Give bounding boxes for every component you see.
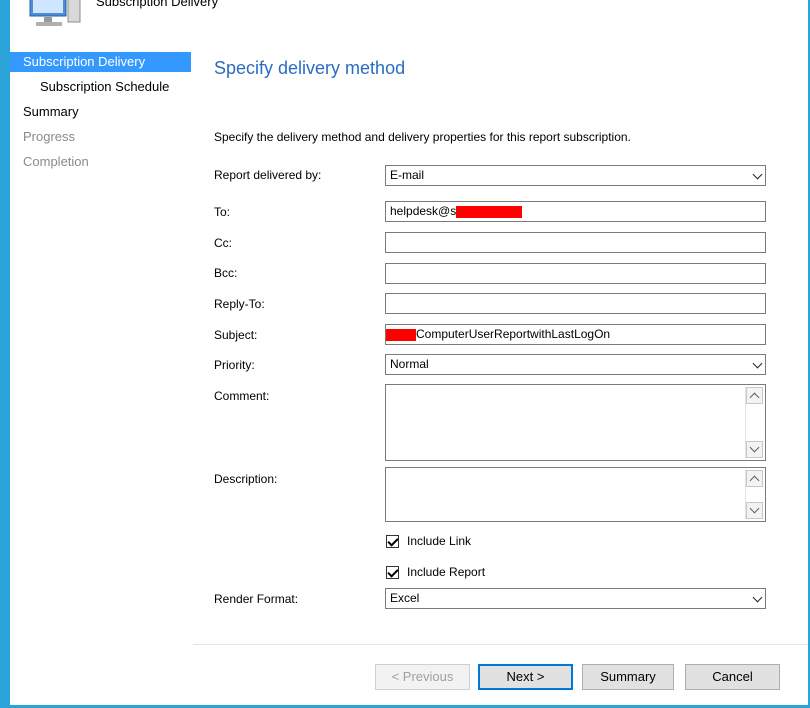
nav-item-label: Summary [23,104,79,119]
nav-item-subscription-schedule[interactable]: Subscription Schedule [10,77,191,97]
description-textarea[interactable] [385,467,766,522]
description-scrollbar[interactable] [745,470,763,519]
wizard-window: Subscription Delivery Subscription Deliv… [10,0,808,705]
reply-to-field[interactable] [385,293,766,314]
checkmark-icon[interactable] [386,535,399,548]
delivered-by-value: E-mail [390,168,425,182]
checkmark-icon[interactable] [386,566,399,579]
subject-label: Subject: [214,328,258,342]
priority-label: Priority: [214,358,255,372]
bcc-field[interactable] [385,263,766,284]
nav-item-label: Completion [23,154,89,169]
wizard-nav: Subscription Delivery Subscription Sched… [10,38,193,705]
comment-textarea[interactable] [385,384,766,461]
nav-item-summary[interactable]: Summary [10,102,191,122]
wizard-header: Subscription Delivery [10,0,808,38]
to-value: helpdesk@s [390,204,457,218]
footer-divider [193,644,808,645]
include-report-label: Include Report [407,565,486,579]
redaction-mark [386,328,416,341]
to-field[interactable]: helpdesk@s [385,201,766,222]
page-intro: Specify the delivery method and delivery… [214,130,631,144]
summary-button[interactable]: Summary [582,664,674,690]
cancel-button[interactable]: Cancel [685,664,780,690]
priority-select[interactable]: Normal [385,354,766,375]
include-link-label: Include Link [407,534,472,548]
delivered-by-label: Report delivered by: [214,168,322,182]
next-button[interactable]: Next > [478,664,573,690]
scroll-up-icon[interactable] [746,387,763,404]
render-format-label: Render Format: [214,592,299,606]
computer-icon [29,0,81,26]
redaction-mark [456,205,523,218]
nav-item-subscription-delivery[interactable]: Subscription Delivery [10,52,191,72]
scroll-down-icon[interactable] [746,441,763,458]
subject-value: ComputerUserReportwithLastLogOn [416,327,611,341]
nav-item-completion: Completion [10,152,191,172]
main-panel: Specify delivery method Specify the deli… [193,38,808,705]
chevron-down-icon [752,592,763,603]
chevron-down-icon [752,358,763,369]
cc-field[interactable] [385,232,766,253]
description-label: Description: [214,472,278,486]
reply-to-label: Reply-To: [214,297,265,311]
nav-item-label: Subscription Schedule [40,79,170,94]
render-format-value: Excel [390,591,420,605]
priority-value: Normal [390,357,429,371]
previous-button[interactable]: < Previous [375,664,470,690]
nav-item-label: Subscription Delivery [23,54,146,69]
chevron-down-icon [752,169,763,180]
subject-field[interactable]: ComputerUserReportwithLastLogOn [385,324,766,345]
wizard-title: Subscription Delivery [96,0,219,9]
scroll-down-icon[interactable] [746,502,763,519]
delivered-by-select[interactable]: E-mail [385,165,766,186]
page-title: Specify delivery method [214,58,406,78]
bcc-label: Bcc: [214,266,238,280]
scroll-up-icon[interactable] [746,470,763,487]
comment-label: Comment: [214,389,270,403]
cc-label: Cc: [214,236,232,250]
to-label: To: [214,205,231,219]
nav-item-progress: Progress [10,127,191,147]
comment-scrollbar[interactable] [745,387,763,458]
nav-item-label: Progress [23,129,76,144]
render-format-select[interactable]: Excel [385,588,766,609]
